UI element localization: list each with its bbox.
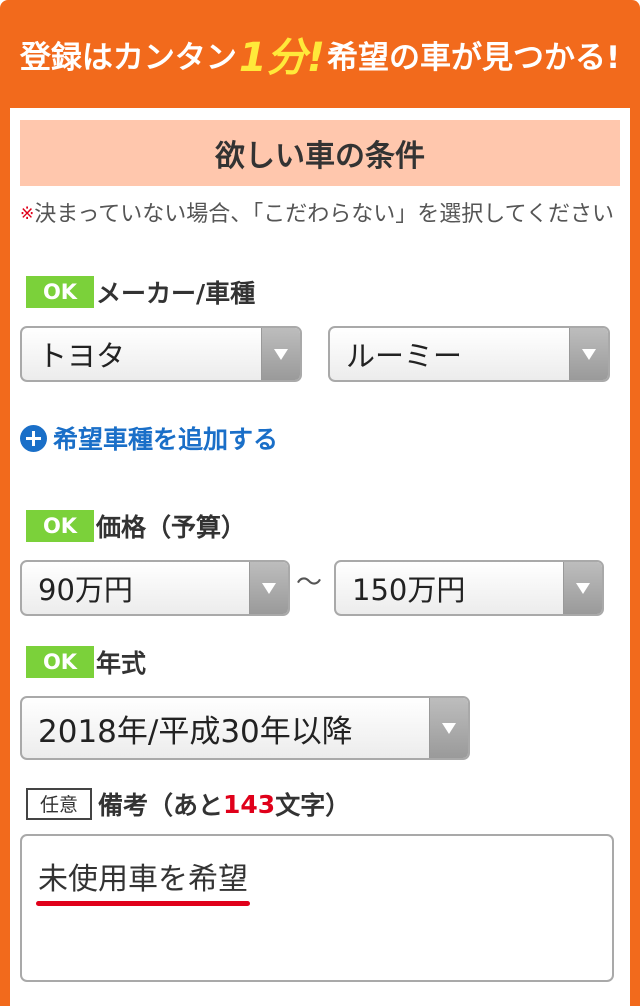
remarks-label-row: 任意 備考（あと 143 文字） [26,786,350,822]
year-label: 年式 [96,649,147,678]
remarks-text: 未使用車を希望 [36,854,250,906]
dropdown-arrow-icon [261,328,300,380]
add-model-label: 希望車種を追加する [53,425,279,454]
promo-banner: 登録はカンタン 1分! 希望の車が見つかる! [0,0,640,108]
price-label: 価格（予算） [96,513,247,542]
model-select[interactable]: ルーミー [328,326,610,382]
ok-badge: OK [26,510,94,542]
banner-highlight: 1分! [238,35,325,81]
note-text: 決まっていない場合、「こだわらない」を選択してください [34,202,614,227]
maker-label: メーカー/車種 [96,279,256,308]
remarks-value: 未使用車を希望 [38,862,248,897]
note-mark: ※ [20,204,35,224]
dropdown-arrow-icon [569,328,608,380]
year-select-value: 2018年/平成30年以降 [38,713,353,750]
model-select-value: ルーミー [346,339,463,373]
remarks-textarea[interactable]: 未使用車を希望 [20,834,614,982]
red-underline-mark [36,901,250,906]
ok-badge: OK [26,646,94,678]
ok-badge: OK [26,276,94,308]
form-panel: 欲しい車の条件 ※決まっていない場合、「こだわらない」を選択してください OK … [10,108,630,1006]
price-max-value: 150万円 [352,573,466,607]
maker-label-row: OK メーカー/車種 [26,274,255,310]
dropdown-arrow-icon [563,562,602,614]
remarks-label-before: 備考（あと [98,791,224,820]
price-label-row: OK 価格（予算） [26,508,246,544]
price-range-separator: 〜 [296,568,323,598]
plus-circle-icon [20,424,47,452]
optional-badge: 任意 [26,788,92,820]
maker-select-value: トヨタ [38,339,126,373]
banner-text-before: 登録はカンタン [19,39,237,76]
banner-text-after: 希望の車が見つかる! [326,39,621,76]
dropdown-arrow-icon [249,562,288,614]
year-select[interactable]: 2018年/平成30年以降 [20,696,470,760]
year-label-row: OK 年式 [26,644,146,680]
page-frame: 登録はカンタン 1分! 希望の車が見つかる! 欲しい車の条件 ※決まっていない場… [0,0,640,1006]
section-title: 欲しい車の条件 [20,120,620,186]
add-model-link[interactable]: 希望車種を追加する [20,420,278,456]
remarks-label-after: 文字） [275,791,351,820]
dropdown-arrow-icon [429,698,468,758]
maker-select[interactable]: トヨタ [20,326,302,382]
remarks-remaining-count: 143 [223,789,276,819]
price-min-value: 90万円 [38,573,133,607]
price-min-select[interactable]: 90万円 [20,560,290,616]
price-max-select[interactable]: 150万円 [334,560,604,616]
selection-note: ※決まっていない場合、「こだわらない」を選択してください [20,198,620,231]
